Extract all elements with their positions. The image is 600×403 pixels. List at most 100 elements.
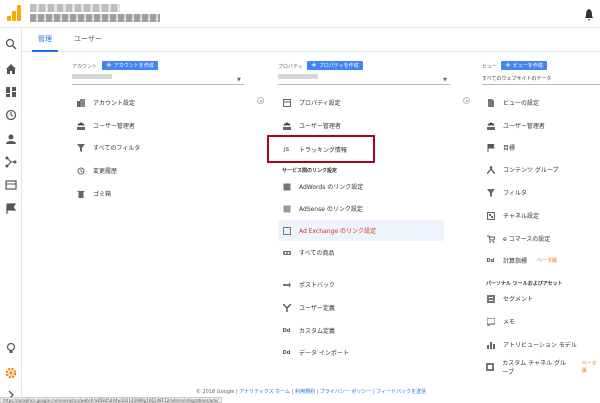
view-settings-item[interactable]: ビューの設定 [486, 92, 539, 113]
channel-settings-label: チャネル設定 [503, 213, 539, 220]
collapse-property-icon[interactable]: ◂ [463, 97, 470, 104]
users-icon [486, 121, 495, 130]
acquisition-icon[interactable] [4, 155, 18, 169]
view-selected-value[interactable]: すべてのウェブサイトのデータ [482, 75, 551, 82]
footer-copyright: © 2018 Google [195, 389, 235, 395]
ecommerce-settings-item[interactable]: e コマースの設定 [486, 228, 550, 249]
account-user-management-item[interactable]: ユーザー管理者 [76, 115, 135, 136]
create-account-button[interactable]: + アカウントを作成 [102, 61, 158, 70]
adsense-link-item[interactable]: AdSense のリンク設定 [282, 198, 363, 219]
custom-channel-group-beta-badge: ベータ版 [581, 360, 597, 374]
data-import-label: データ インポート [299, 350, 349, 357]
dd-icon: Dd [486, 257, 495, 264]
service-link-section-label: サービス間のリンク設定 [282, 168, 338, 174]
lightbulb-icon[interactable] [4, 341, 18, 355]
change-history-item[interactable]: 変更履歴 [76, 160, 117, 181]
segments-item[interactable]: セグメント [486, 288, 533, 309]
admin-gear-icon[interactable] [4, 366, 18, 380]
attribution-icon [486, 340, 495, 349]
view-user-management-label: ユーザー管理者 [503, 123, 545, 130]
view-filters-item[interactable]: フィルタ [486, 182, 527, 203]
ecommerce-settings-label: e コマースの設定 [503, 236, 551, 243]
view-select-underline[interactable] [482, 84, 600, 85]
all-products-item[interactable]: すべての商品 [282, 242, 334, 263]
tab-admin[interactable]: 管理 [38, 34, 52, 44]
custom-definitions-label: カスタム定義 [299, 328, 336, 335]
flag-icon[interactable] [4, 202, 18, 216]
user-defined-icon [282, 303, 291, 312]
view-user-management-item[interactable]: ユーザー管理者 [486, 115, 545, 136]
tab-users[interactable]: ユーザー [74, 34, 102, 44]
memo-icon [486, 317, 495, 326]
account-name-blurred [30, 4, 120, 12]
adexchange-link-item[interactable]: Ad Exchange のリンク設定 [278, 220, 444, 241]
trash-label: ゴミ箱 [93, 191, 112, 198]
account-select-caret-icon[interactable]: ▼ [237, 77, 241, 83]
all-filters-label: すべてのフィルタ [93, 145, 141, 152]
flag-icon [486, 143, 495, 152]
footer-link-analytics-home[interactable]: アナリティクス ホーム [239, 389, 290, 395]
property-select-underline[interactable] [278, 84, 450, 85]
adwords-link-item[interactable]: AdWords のリンク設定 [282, 176, 363, 197]
footer: © 2018 Google | アナリティクス ホーム | 利用規約 | プライ… [195, 389, 427, 395]
custom-channel-group-item[interactable]: カスタム チャネル グループ ベータ版 [486, 356, 600, 377]
users-icon [282, 121, 291, 130]
footer-link-terms[interactable]: 利用規約 [295, 389, 315, 395]
dashboard-icon[interactable] [4, 85, 18, 99]
content-group-icon [486, 165, 495, 174]
left-rail [0, 28, 22, 403]
create-property-button[interactable]: + プロパティを作成 [307, 61, 363, 70]
segment-icon [486, 294, 495, 303]
home-icon[interactable] [4, 62, 18, 76]
property-settings-item[interactable]: プロパティ設定 [282, 92, 341, 113]
property-user-management-label: ユーザー管理者 [299, 123, 341, 130]
tracking-info-highlight-box [267, 135, 375, 163]
property-settings-label: プロパティ設定 [299, 100, 341, 107]
personal-tools-section-label: パーソナル ツールおよびアセット [486, 281, 563, 287]
content-group-label: コンテンツ グループ [503, 167, 559, 174]
tab-admin-underline [32, 50, 58, 52]
content-group-item[interactable]: コンテンツ グループ [486, 159, 559, 180]
clock-icon[interactable] [4, 108, 18, 122]
admin-tabs: 管理 ユーザー [22, 28, 600, 52]
adexchange-link-label: Ad Exchange のリンク設定 [299, 228, 376, 235]
history-icon [76, 166, 85, 175]
browser-status-url: https://analytics.google.com/analytics/w… [0, 397, 222, 403]
top-bar [0, 0, 600, 28]
postback-item[interactable]: ポストバック [282, 274, 335, 295]
behavior-icon[interactable] [4, 178, 18, 192]
account-column-header: アカウント [72, 64, 98, 70]
attribution-model-label: アトリビューション モデル [503, 342, 577, 349]
person-icon[interactable] [4, 132, 18, 146]
calculated-metrics-item[interactable]: Dd 計算指標 ベータ版 [486, 250, 557, 271]
attribution-model-item[interactable]: アトリビューション モデル [486, 334, 577, 355]
search-icon[interactable] [4, 37, 18, 51]
footer-link-privacy[interactable]: プライバシー ポリシー [320, 389, 372, 395]
analytics-logo[interactable] [7, 5, 21, 21]
account-settings-item[interactable]: アカウント設定 [76, 92, 135, 113]
custom-definitions-item[interactable]: Dd カスタム定義 [282, 320, 335, 341]
products-icon [282, 248, 291, 257]
property-select-blurred [278, 74, 318, 79]
trash-item[interactable]: ゴミ箱 [76, 183, 111, 204]
goals-item[interactable]: 目標 [486, 137, 515, 158]
collapse-account-icon[interactable]: ◂ [257, 97, 264, 104]
account-select-underline[interactable] [72, 84, 244, 85]
all-filters-item[interactable]: すべてのフィルタ [76, 137, 140, 158]
notification-bell-icon[interactable] [584, 6, 594, 21]
adsense-link-label: AdSense のリンク設定 [299, 206, 363, 213]
channel-settings-item[interactable]: チャネル設定 [486, 205, 539, 226]
memo-item[interactable]: メモ [486, 311, 515, 332]
adwords-link-label: AdWords のリンク設定 [299, 184, 364, 191]
create-property-label: プロパティを作成 [318, 63, 359, 69]
footer-link-feedback[interactable]: フィードバックを送信 [376, 389, 426, 395]
data-import-item[interactable]: Dd データ インポート [282, 342, 349, 363]
adsense-icon [282, 204, 291, 213]
user-defined-item[interactable]: ユーザー定義 [282, 297, 335, 318]
property-select-caret-icon[interactable]: ▼ [443, 77, 447, 83]
create-view-button[interactable]: + ビューを作成 [501, 61, 547, 70]
filter-icon [76, 143, 85, 152]
view-column-header: ビュー [482, 64, 498, 70]
property-user-management-item[interactable]: ユーザー管理者 [282, 115, 341, 136]
custom-channel-icon [486, 362, 495, 371]
